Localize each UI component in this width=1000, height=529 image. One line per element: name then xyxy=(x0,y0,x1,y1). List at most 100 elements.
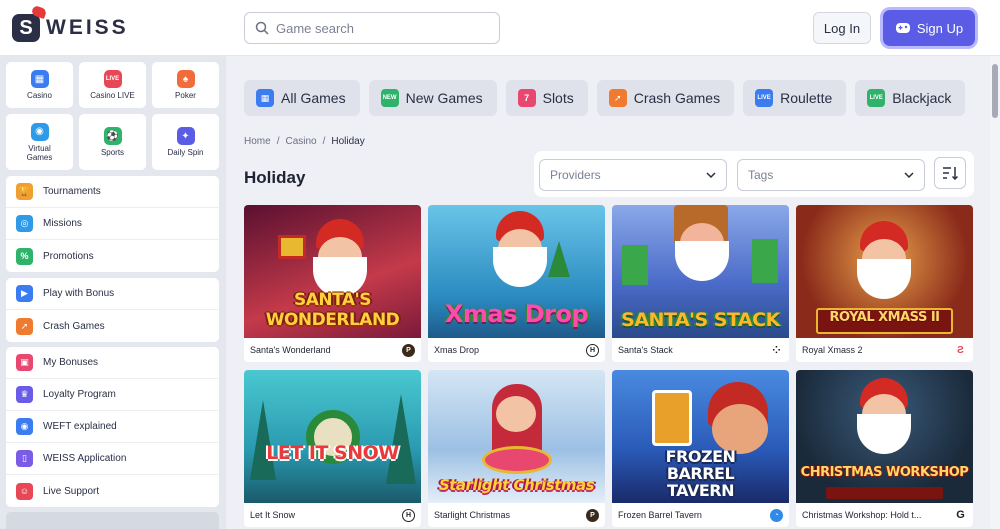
santa-beard-art xyxy=(493,247,547,287)
sort-button[interactable] xyxy=(934,157,966,189)
sidebar: ▦ Casino LIVE Casino LIVE ♠ Poker ◉ Virt… xyxy=(0,56,226,529)
game-thumbnail[interactable]: LET IT SNOW xyxy=(244,370,421,503)
tags-select[interactable]: Tags xyxy=(737,159,925,191)
login-button[interactable]: Log In xyxy=(813,12,871,44)
sidebar-item-label: Crash Games xyxy=(43,320,105,332)
game-thumbnail[interactable]: SANTA'S WONDERLAND xyxy=(244,205,421,338)
sidebar-group-account: ▣ My Bonuses ♛ Loyalty Program ◉ WEFT ex… xyxy=(6,347,219,507)
games-grid: SANTA'S WONDERLAND Santa's Wonderland P … xyxy=(244,205,973,527)
tags-placeholder: Tags xyxy=(748,168,774,182)
game-card[interactable]: CHRISTMAS WORKSHOP Christmas Workshop: H… xyxy=(796,370,973,527)
game-card[interactable]: Starlight Christmas Starlight Christmas … xyxy=(428,370,605,527)
game-thumbnail[interactable]: Xmas Drop xyxy=(428,205,605,338)
signup-button[interactable]: Sign Up xyxy=(883,10,975,46)
chevron-down-icon xyxy=(706,172,716,178)
breadcrumb-home[interactable]: Home xyxy=(244,136,271,147)
tab-label: Blackjack xyxy=(892,90,952,106)
weiss-logo[interactable]: S WEISS xyxy=(12,4,129,44)
bonus-play-icon: ▶ xyxy=(16,285,33,302)
blackjack-icon: LIVE xyxy=(867,89,886,107)
game-card[interactable]: LET IT SNOW Let It Snow H xyxy=(244,370,421,527)
game-card-footer: Santa's Stack ⁘ xyxy=(612,338,789,362)
game-thumbnail[interactable]: Starlight Christmas xyxy=(428,370,605,503)
breadcrumb-separator: / xyxy=(322,136,326,147)
provider-icon: P xyxy=(402,343,415,357)
support-icon: ☺ xyxy=(16,482,33,500)
game-name: Starlight Christmas xyxy=(434,510,511,520)
logo-badge: S xyxy=(12,4,48,42)
provider-icon: ◔ xyxy=(770,508,783,522)
tile-casino-live[interactable]: LIVE Casino LIVE xyxy=(79,62,146,108)
game-thumbnail[interactable]: SANTA'S STACK xyxy=(612,205,789,338)
tile-label: Daily Spin xyxy=(167,148,204,157)
providers-select[interactable]: Providers xyxy=(539,159,727,191)
tab-roulette[interactable]: LIVE Roulette xyxy=(743,80,847,116)
sidebar-item-weft-explained[interactable]: ◉ WEFT explained xyxy=(6,411,219,443)
tab-blackjack[interactable]: LIVE Blackjack xyxy=(855,80,966,116)
breadcrumb-casino[interactable]: Casino xyxy=(285,136,316,147)
scrollbar-thumb[interactable] xyxy=(992,64,998,118)
sidebar-item-loyalty-program[interactable]: ♛ Loyalty Program xyxy=(6,379,219,411)
game-thumbnail[interactable]: CHRISTMAS WORKSHOP xyxy=(796,370,973,503)
game-card-footer: Let It Snow H xyxy=(244,503,421,527)
search-input[interactable] xyxy=(276,20,486,36)
all-games-icon: ▦ xyxy=(256,89,274,107)
new-games-icon: NEW xyxy=(380,89,399,107)
tile-casino[interactable]: ▦ Casino xyxy=(6,62,73,108)
tab-label: All Games xyxy=(281,90,346,106)
sidebar-item-crash-games[interactable]: ➚ Crash Games xyxy=(6,310,219,342)
poker-icon: ♠ xyxy=(176,70,195,88)
game-card[interactable]: SANTA'S STACK Santa's Stack ⁘ xyxy=(612,205,789,362)
provider-icon: H xyxy=(586,343,599,357)
game-thumbnail[interactable]: FROZEN BARREL TAVERN xyxy=(612,370,789,503)
tile-daily-spin[interactable]: ✦ Daily Spin xyxy=(152,114,219,170)
provider-icon: P xyxy=(586,508,599,522)
tab-slots[interactable]: 7 Slots xyxy=(505,80,588,116)
game-name: Royal Xmass 2 xyxy=(802,345,863,355)
sidebar-item-missions[interactable]: ◎ Missions xyxy=(6,208,219,240)
game-art-title: Xmas Drop xyxy=(444,300,589,328)
tile-virtual-games[interactable]: ◉ Virtual Games xyxy=(6,114,73,170)
loyalty-icon: ♛ xyxy=(16,386,33,403)
money-stack-art xyxy=(752,239,778,283)
casino-icon: ▦ xyxy=(30,70,49,88)
game-art-title: LET IT SNOW xyxy=(266,442,399,464)
game-card-footer: Royal Xmass 2 Ƨ xyxy=(796,338,973,362)
breadcrumb-current: Holiday xyxy=(331,136,365,147)
virtual-games-icon: ◉ xyxy=(30,122,49,141)
game-card[interactable]: ROYAL XMASS II Royal Xmass 2 Ƨ xyxy=(796,205,973,362)
sidebar-item-label: Missions xyxy=(43,218,82,229)
game-card-footer: Frozen Barrel Tavern ◔ xyxy=(612,503,789,527)
tile-poker[interactable]: ♠ Poker xyxy=(152,62,219,108)
providers-placeholder: Providers xyxy=(550,168,601,182)
sort-icon xyxy=(943,167,958,180)
game-name: Frozen Barrel Tavern xyxy=(618,510,702,520)
sidebar-item-weiss-application[interactable]: ▯ WEISS Application xyxy=(6,443,219,475)
game-card[interactable]: FROZEN BARREL TAVERN Frozen Barrel Taver… xyxy=(612,370,789,527)
sidebar-item-play-with-bonus[interactable]: ▶ Play with Bonus xyxy=(6,278,219,310)
tree-art xyxy=(548,241,570,277)
tab-all-games[interactable]: ▦ All Games xyxy=(244,80,360,116)
sidebar-item-label: Loyalty Program xyxy=(43,389,116,400)
tab-new-games[interactable]: NEW New Games xyxy=(368,80,497,116)
logo-text: WEISS xyxy=(46,16,129,39)
game-name: Xmas Drop xyxy=(434,345,480,355)
game-art-title: Starlight Christmas xyxy=(438,476,595,494)
coin-icon: ◉ xyxy=(16,418,33,435)
game-card[interactable]: SANTA'S WONDERLAND Santa's Wonderland P xyxy=(244,205,421,362)
sidebar-item-label: WEFT explained xyxy=(43,421,117,432)
page-scrollbar[interactable] xyxy=(990,56,1000,529)
sidebar-item-live-support[interactable]: ☺ Live Support xyxy=(6,475,219,507)
sidebar-item-promotions[interactable]: % Promotions xyxy=(6,240,219,272)
tile-sports[interactable]: ⚽ Sports xyxy=(79,114,146,170)
game-thumbnail[interactable]: ROYAL XMASS II xyxy=(796,205,973,338)
santa-beard-art xyxy=(857,259,911,299)
sidebar-item-my-bonuses[interactable]: ▣ My Bonuses xyxy=(6,347,219,379)
tile-label: Poker xyxy=(175,91,196,100)
tab-crash-games[interactable]: ➚ Crash Games xyxy=(596,80,735,116)
provider-icon: H xyxy=(402,508,415,522)
search-box[interactable] xyxy=(244,12,500,44)
sidebar-item-tournaments[interactable]: 🏆 Tournaments xyxy=(6,176,219,208)
sidebar-item-label: Play with Bonus xyxy=(43,288,115,299)
game-card[interactable]: Xmas Drop Xmas Drop H xyxy=(428,205,605,362)
